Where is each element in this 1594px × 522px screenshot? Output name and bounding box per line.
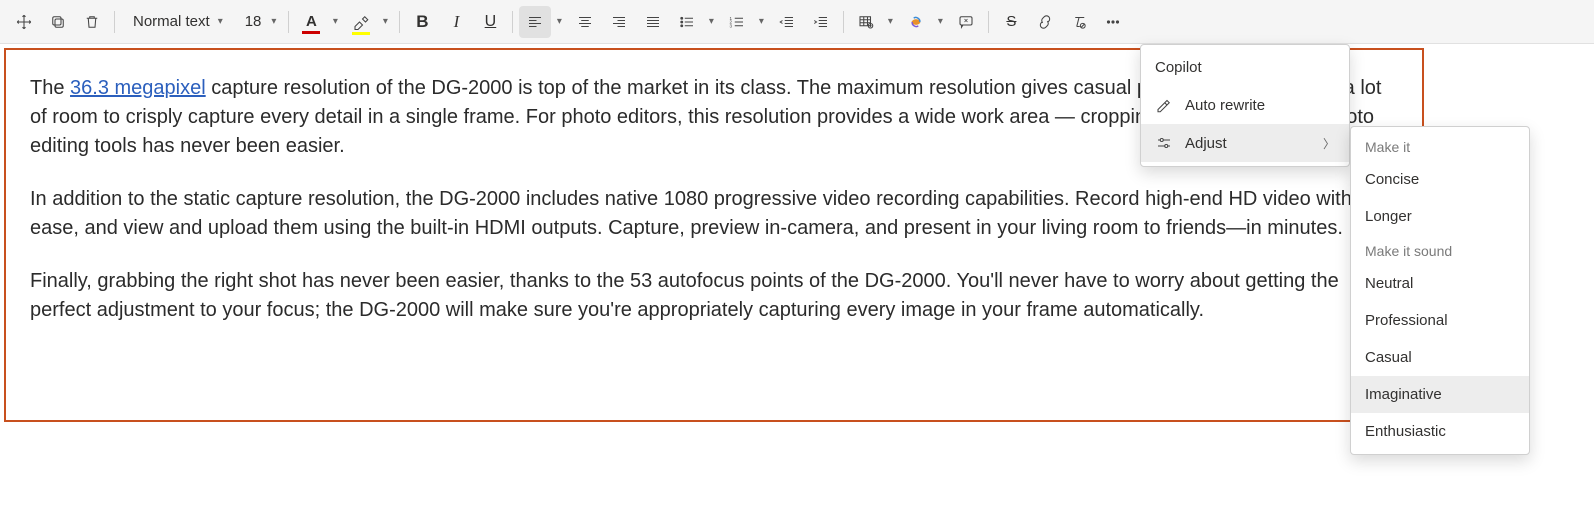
auto-rewrite-icon (1155, 96, 1173, 114)
comment-button[interactable] (950, 6, 982, 38)
adjust-imaginative[interactable]: Imaginative (1351, 376, 1529, 413)
link-button[interactable] (1029, 6, 1061, 38)
megapixel-link[interactable]: 36.3 megapixel (70, 77, 206, 99)
adjust-item[interactable]: Adjust 〉 (1141, 124, 1349, 162)
align-right-button[interactable] (603, 6, 635, 38)
align-dropdown[interactable]: ▾ (551, 6, 567, 38)
chevron-down-icon: ▾ (271, 16, 276, 27)
copilot-button[interactable] (900, 6, 932, 38)
svg-text:3: 3 (730, 23, 733, 28)
move-icon[interactable] (8, 6, 40, 38)
adjust-icon (1155, 134, 1173, 152)
submenu-header-make-it-sound: Make it sound (1351, 235, 1529, 265)
separator (114, 11, 115, 33)
adjust-submenu: Make it Concise Longer Make it sound Neu… (1350, 126, 1530, 455)
insert-table-dropdown[interactable]: ▾ (882, 6, 898, 38)
separator (399, 11, 400, 33)
trash-icon[interactable] (76, 6, 108, 38)
font-size-value: 18 (245, 13, 262, 30)
chevron-right-icon: 〉 (1323, 135, 1335, 152)
underline-button[interactable]: U (474, 6, 506, 38)
font-color-button[interactable]: A (295, 6, 327, 38)
adjust-professional[interactable]: Professional (1351, 302, 1529, 339)
copilot-dropdown[interactable]: ▾ (932, 6, 948, 38)
bulleted-list-button[interactable] (671, 6, 703, 38)
increase-indent-button[interactable] (805, 6, 837, 38)
numbered-list-dropdown[interactable]: ▾ (753, 6, 769, 38)
para3: Finally, grabbing the right shot has nev… (30, 267, 1398, 325)
bold-button[interactable]: B (406, 6, 438, 38)
copilot-context-menu: Copilot Auto rewrite Adjust 〉 (1140, 44, 1350, 167)
separator (843, 11, 844, 33)
para1-pre: The (30, 77, 70, 99)
chevron-down-icon: ▾ (218, 16, 223, 27)
adjust-concise[interactable]: Concise (1351, 161, 1529, 198)
separator (988, 11, 989, 33)
text-style-label: Normal text (133, 13, 210, 30)
submenu-header-make-it: Make it (1351, 131, 1529, 161)
copilot-menu-title: Copilot (1141, 49, 1349, 86)
adjust-casual[interactable]: Casual (1351, 339, 1529, 376)
highlight-color-dropdown[interactable]: ▾ (377, 6, 393, 38)
italic-button[interactable]: I (440, 6, 472, 38)
decrease-indent-button[interactable] (771, 6, 803, 38)
strikethrough-button[interactable]: S (995, 6, 1027, 38)
more-options-button[interactable] (1097, 6, 1129, 38)
font-color-dropdown[interactable]: ▾ (327, 6, 343, 38)
adjust-label: Adjust (1185, 135, 1227, 152)
align-left-button[interactable] (519, 6, 551, 38)
adjust-neutral[interactable]: Neutral (1351, 265, 1529, 302)
adjust-longer[interactable]: Longer (1351, 198, 1529, 235)
text-style-dropdown[interactable]: Normal text ▾ (121, 6, 231, 38)
highlight-color-button[interactable] (345, 6, 377, 38)
align-justify-button[interactable] (637, 6, 669, 38)
clear-formatting-button[interactable] (1063, 6, 1095, 38)
para2: In addition to the static capture resolu… (30, 185, 1398, 243)
insert-table-button[interactable] (850, 6, 882, 38)
auto-rewrite-label: Auto rewrite (1185, 97, 1265, 114)
font-size-dropdown[interactable]: 18 ▾ (233, 6, 283, 38)
adjust-enthusiastic[interactable]: Enthusiastic (1351, 413, 1529, 450)
bulleted-list-dropdown[interactable]: ▾ (703, 6, 719, 38)
align-center-button[interactable] (569, 6, 601, 38)
copy-icon[interactable] (42, 6, 74, 38)
formatting-toolbar: Normal text ▾ 18 ▾ A ▾ ▾ B I U ▾ (0, 0, 1594, 44)
numbered-list-button[interactable]: 123 (721, 6, 753, 38)
separator (288, 11, 289, 33)
copilot-title-label: Copilot (1155, 59, 1202, 76)
separator (512, 11, 513, 33)
auto-rewrite-item[interactable]: Auto rewrite (1141, 86, 1349, 124)
